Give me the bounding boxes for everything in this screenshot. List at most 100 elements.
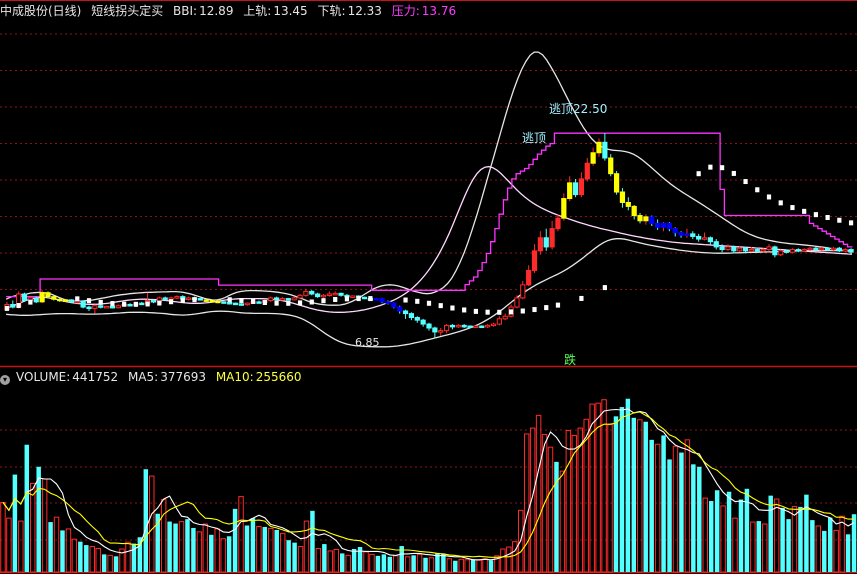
- candle-body: [127, 303, 133, 307]
- candle-body: [520, 284, 526, 299]
- volume-bar: [423, 557, 428, 572]
- volume-bar: [60, 530, 65, 572]
- bbi-marker: [309, 299, 314, 305]
- candle-body: [449, 324, 456, 328]
- candle-body: [57, 298, 63, 302]
- candle-body: [783, 250, 790, 253]
- candle-body: [244, 302, 250, 306]
- candle-body: [537, 237, 543, 252]
- candle-body: [754, 249, 760, 252]
- candle-body: [385, 301, 391, 304]
- volume-bar: [798, 506, 803, 572]
- bbi-marker: [145, 301, 150, 307]
- candle-body: [203, 299, 209, 302]
- candle-body: [625, 201, 631, 207]
- candle-body: [273, 297, 280, 300]
- bbi-marker: [239, 298, 244, 304]
- bbi-marker: [426, 300, 432, 306]
- candle-body: [836, 247, 842, 252]
- candle-body: [467, 325, 473, 329]
- escape-label: 逃顶: [522, 131, 546, 145]
- bbi-marker: [555, 302, 561, 308]
- candle-body: [631, 205, 637, 217]
- candle-body: [502, 315, 508, 320]
- candle-body: [742, 247, 749, 252]
- candle-body: [731, 246, 737, 252]
- volume-bar: [738, 499, 744, 572]
- kline-chart[interactable]: 逃顶22.50 逃顶 6.85 跌: [0, 0, 857, 574]
- indicator-name[interactable]: 短线拐头定买: [91, 4, 163, 18]
- bbi-marker: [755, 187, 760, 193]
- candle-body: [684, 233, 690, 236]
- upper-value: 13.45: [273, 4, 308, 18]
- volume-bar: [845, 534, 851, 572]
- bbi-marker: [731, 170, 736, 176]
- bbi-marker: [122, 301, 127, 307]
- bbi-marker: [344, 296, 350, 302]
- bbi-marker: [192, 297, 197, 303]
- upper-readout: 上轨: 13.45: [243, 4, 307, 18]
- volume-bar: [286, 540, 291, 572]
- volume-bar: [262, 526, 268, 572]
- bbi-marker: [790, 205, 795, 211]
- candle-body: [643, 216, 649, 222]
- candle-body: [848, 249, 854, 253]
- bbi-marker: [274, 300, 279, 306]
- candle-body: [766, 246, 772, 251]
- bbi-marker: [133, 301, 139, 307]
- bbi-marker: [415, 298, 420, 304]
- volume-bar: [244, 525, 250, 572]
- candle-body: [678, 232, 684, 236]
- volume-bar: [661, 435, 666, 572]
- candle-body: [555, 217, 561, 230]
- bbi-marker: [825, 215, 830, 220]
- stock-name[interactable]: 中成股份(日线): [0, 4, 81, 18]
- bbi-marker: [110, 301, 115, 307]
- bbi-marker: [544, 305, 549, 311]
- volume-bar: [453, 560, 458, 572]
- bbi-value: 12.89: [199, 4, 234, 18]
- bbi-marker: [251, 298, 256, 304]
- candle-body: [649, 216, 655, 224]
- bbi-marker: [837, 217, 842, 223]
- ma5-label: MA5:: [127, 370, 159, 384]
- volume-bar: [274, 529, 279, 572]
- candle-body: [215, 300, 221, 304]
- low-price-label: 6.85: [355, 336, 380, 349]
- volume-bar: [173, 523, 178, 572]
- bbi-marker: [86, 298, 92, 304]
- candle-body: [62, 299, 69, 302]
- candle-body: [496, 318, 502, 325]
- candle-body: [309, 290, 315, 295]
- volume-bar: [822, 530, 827, 572]
- settings-circle-icon[interactable]: ▾: [0, 375, 10, 385]
- candle-body: [285, 298, 291, 301]
- bbi-marker: [98, 299, 103, 305]
- bbi-marker: [368, 296, 373, 302]
- volume-bar: [113, 556, 119, 572]
- volume-bar: [697, 466, 702, 572]
- candle-body: [291, 297, 297, 301]
- candle-body: [350, 295, 356, 298]
- candle-body: [103, 305, 110, 309]
- bbi-marker: [227, 297, 232, 303]
- lower-readout: 下轨: 12.33: [318, 4, 382, 18]
- volume-bar: [804, 494, 809, 572]
- candle-body: [98, 305, 104, 308]
- volume-bar: [411, 555, 416, 572]
- volume-bar: [101, 554, 107, 572]
- candle-body: [227, 302, 233, 305]
- candle-body: [608, 157, 614, 175]
- bbi-marker: [403, 297, 408, 303]
- candle-body: [338, 292, 344, 296]
- candle-body: [414, 317, 420, 321]
- volume-bar: [649, 439, 654, 572]
- candle-body: [719, 246, 725, 251]
- candle-body: [221, 301, 227, 304]
- vol-label: VOLUME:: [16, 370, 71, 384]
- bbi-marker: [473, 308, 479, 314]
- volume-bar: [24, 444, 30, 572]
- candle-body: [696, 235, 702, 240]
- volume-bar: [292, 542, 297, 572]
- candle-body: [567, 182, 573, 200]
